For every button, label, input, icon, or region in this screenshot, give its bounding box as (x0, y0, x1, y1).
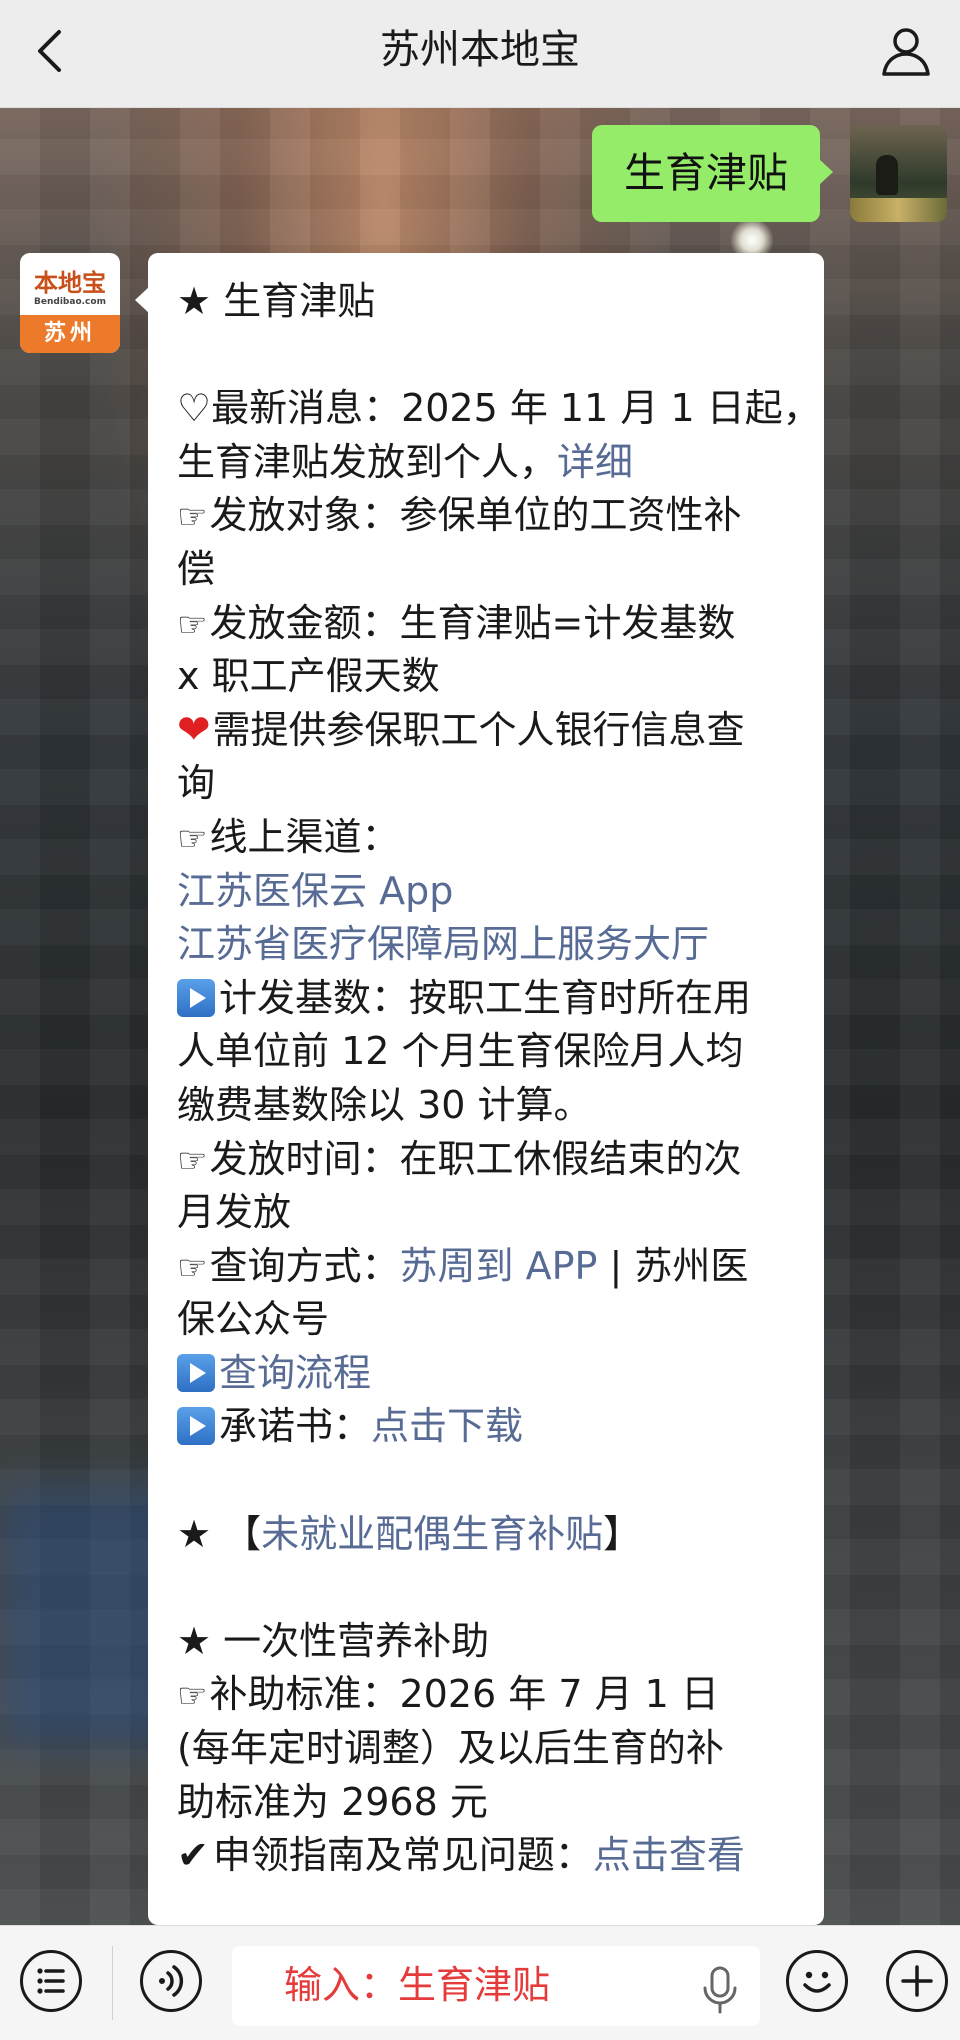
play-button-icon (177, 1407, 215, 1446)
message-text: 查询方式： (209, 1243, 400, 1288)
message-input[interactable]: 输入：生育津贴 (232, 1946, 760, 2026)
outgoing-message-bubble[interactable]: 生育津贴 (592, 125, 833, 222)
details-link[interactable]: 详细 (557, 440, 633, 484)
message-line: ❤需提供参保职工个人银行信息查 (177, 704, 797, 758)
page-title: 苏州本地宝 (380, 27, 580, 73)
red-heart-icon: ❤ (177, 706, 211, 753)
input-text: 输入：生育津贴 (284, 1963, 551, 2007)
menu-button[interactable] (20, 1950, 82, 2012)
message-line: ★ 生育津贴 (177, 279, 376, 323)
message-text: 发放金额：生育津贴=计发基数 (209, 600, 736, 645)
message-line: 询 (177, 761, 216, 806)
message-line: ☞发放时间：在职工休假结束的次 (177, 1133, 797, 1187)
message-text: 】 (603, 1511, 642, 1556)
message-text: 承诺书： (219, 1404, 372, 1449)
plus-button[interactable] (886, 1950, 948, 2012)
pointing-hand-icon: ☞ (177, 1247, 208, 1288)
pointing-hand-icon: ☞ (177, 1676, 208, 1717)
message-text: 发放时间：在职工休假结束的次 (209, 1136, 742, 1181)
emoji-icon (803, 1971, 831, 1993)
mic-icon[interactable] (700, 1966, 740, 2014)
message-text: | 苏州医 (597, 1243, 749, 1288)
user-icon[interactable] (878, 22, 934, 78)
pointing-hand-icon: ☞ (177, 1140, 208, 1181)
voice-button[interactable] (140, 1950, 202, 2012)
incoming-message-bubble: ★ 生育津贴 ♡最新消息：2025 年 11 月 1 日起， 生育津贴发放到个人… (135, 253, 824, 1925)
account-avatar[interactable]: 本地宝 Bendibao.com 苏州 (20, 253, 120, 353)
avatar-logo-city: 苏州 (20, 315, 120, 353)
message-text: 线上渠道： (209, 814, 400, 859)
pointing-hand-icon: ☞ (177, 604, 208, 645)
pointing-hand-icon: ☞ (177, 818, 208, 859)
query-process-link[interactable]: 查询流程 (219, 1351, 371, 1395)
emoji-button[interactable] (786, 1950, 848, 2012)
message-text: 申领指南及常见问题： (212, 1833, 593, 1878)
avatar-logo-brand: 本地宝 (34, 268, 106, 297)
message-line: 缴费基数除以 30 计算。 (177, 1082, 592, 1127)
message-line: 月发放 (177, 1190, 292, 1235)
menu-icon (37, 1968, 65, 1994)
message-line: ☞查询方式：苏周到 APP | 苏州医 (177, 1240, 797, 1294)
message-line: ☞线上渠道： (177, 811, 797, 865)
message-line: 生育津贴发放到个人，详细 (177, 436, 797, 490)
message-text: 发放对象：参保单位的工资性补 (209, 493, 742, 538)
jiangsu-medical-cloud-link[interactable]: 江苏医保云 App (177, 865, 797, 919)
play-button-icon (177, 1353, 215, 1392)
message-line: 人单位前 12 个月生育保险月人均 (177, 1029, 744, 1074)
bottom-input-bar: 输入：生育津贴 (0, 1925, 960, 2040)
message-line: ☞发放金额：生育津贴=计发基数 (177, 597, 797, 651)
avatar-logo-domain: Bendibao.com (34, 297, 106, 307)
message-line: 偿 (177, 546, 216, 591)
download-link[interactable]: 点击下载 (371, 1404, 523, 1448)
suzhoudao-app-link[interactable]: 苏周到 APP (400, 1244, 598, 1288)
message-text: 生育津贴发放到个人， (177, 439, 558, 484)
message-line: ♡最新消息：2025 年 11 月 1 日起， (177, 386, 821, 431)
pointing-hand-icon: ☞ (177, 497, 208, 538)
message-text: 补助标准：2026 年 7 月 1 日 (209, 1672, 719, 1717)
divider (112, 1946, 113, 2020)
view-guide-link[interactable]: 点击查看 (593, 1833, 745, 1877)
back-icon[interactable] (26, 26, 76, 76)
message-text: ★ 【 (177, 1511, 262, 1556)
message-line: 保公众号 (177, 1297, 330, 1342)
message-line: 查询流程 (177, 1347, 797, 1401)
message-line: 承诺书：点击下载 (177, 1400, 797, 1454)
play-button-icon (177, 978, 215, 1017)
message-line: ☞补助标准：2026 年 7 月 1 日 (177, 1668, 797, 1722)
message-line: 助标准为 2968 元 (177, 1779, 488, 1824)
message-line: x 职工产假天数 (177, 654, 440, 699)
message-line: 计发基数：按职工生育时所在用 (177, 972, 797, 1026)
top-bar: 苏州本地宝 (0, 0, 960, 108)
plus-icon (901, 1965, 933, 1997)
message-line: ★ 一次性营养补助 (177, 1618, 490, 1663)
message-text: 需提供参保职工个人银行信息查 (212, 707, 745, 752)
message-text: 计发基数：按职工生育时所在用 (219, 975, 752, 1020)
user-avatar[interactable] (850, 125, 947, 222)
voice-icon (159, 1965, 184, 1997)
message-line: ★ 【未就业配偶生育补贴】 (177, 1508, 797, 1562)
message-line: ✔ 申领指南及常见问题：点击查看 (177, 1829, 797, 1883)
spouse-subsidy-link[interactable]: 未就业配偶生育补贴 (261, 1512, 603, 1556)
check-mark-icon: ✔ (177, 1833, 209, 1878)
message-content: ★ 生育津贴 ♡最新消息：2025 年 11 月 1 日起， 生育津贴发放到个人… (177, 275, 821, 1883)
jiangsu-online-service-hall-link[interactable]: 江苏省医疗保障局网上服务大厅 (177, 918, 797, 972)
message-line: (每年定时调整）及以后生育的补 (177, 1726, 724, 1771)
message-line: ☞发放对象：参保单位的工资性补 (177, 489, 797, 543)
